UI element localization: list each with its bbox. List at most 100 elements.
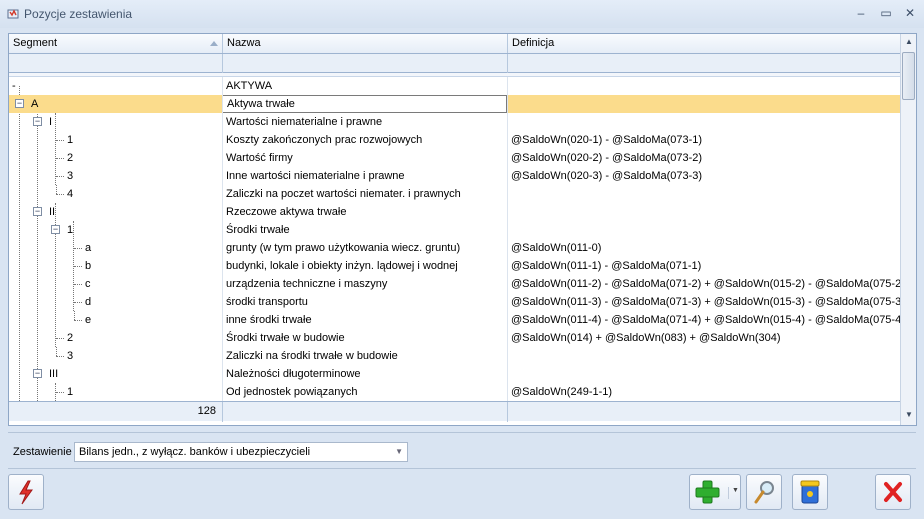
row-segment: a (85, 242, 92, 254)
row-definicja (507, 365, 900, 383)
table-row[interactable]: 1 Od jednostek powiązanych @SaldoWn(249-… (9, 383, 900, 401)
window-title: Pozycje zestawienia (24, 7, 133, 21)
row-definicja: @SaldoWn(014) + @SaldoWn(083) + @SaldoWn… (511, 332, 781, 344)
column-label-definicja: Definicja (512, 37, 555, 49)
divider (8, 432, 916, 433)
row-segment: 1 (67, 134, 74, 146)
lightning-icon (19, 480, 33, 505)
table-row[interactable]: b budynki, lokale i obiekty inżyn. lądow… (9, 257, 900, 275)
zestawienie-value: Bilans jedn., z wyłącz. banków i ubezpie… (79, 446, 311, 458)
row-nazwa: Rzeczowe aktywa trwałe (226, 206, 347, 218)
row-definicja: @SaldoWn(020-3) - @SaldoMa(073-3) (511, 170, 703, 182)
collapse-toggle-icon[interactable]: − (33, 207, 42, 216)
row-segment: 2 (67, 332, 74, 344)
row-definicja: @SaldoWn(020-1) - @SaldoMa(073-1) (511, 134, 703, 146)
preview-button[interactable] (746, 474, 782, 510)
row-segment: 4 (67, 188, 74, 200)
row-nazwa: urządzenia techniczne i maszyny (226, 278, 388, 290)
row-definicja: @SaldoWn(011-3) - @SaldoMa(071-3) + @Sal… (511, 296, 900, 308)
zestawienie-select[interactable]: Bilans jedn., z wyłącz. banków i ubezpie… (74, 442, 408, 462)
add-button[interactable]: ▼ (689, 474, 741, 510)
table-row[interactable]: − 1 Środki trwałe (9, 221, 900, 239)
row-segment: 2 (67, 152, 74, 164)
grid-header: Segment Nazwa Definicja (9, 34, 900, 54)
positions-grid: Segment Nazwa Definicja - AKTYWA − A Akt… (8, 33, 917, 426)
row-definicja: @SaldoWn(011-1) - @SaldoMa(071-1) (511, 260, 702, 272)
collapse-toggle-icon[interactable]: − (33, 369, 42, 378)
filter-row[interactable] (9, 54, 900, 73)
scroll-down-arrow-icon[interactable]: ▼ (903, 410, 915, 422)
column-header-nazwa[interactable]: Nazwa (223, 34, 508, 53)
column-header-segment[interactable]: Segment (9, 34, 223, 53)
row-segment: III (49, 368, 59, 380)
row-definicja: @SaldoWn(011-4) - @SaldoMa(071-4) + @Sal… (511, 314, 900, 326)
collapse-toggle-icon[interactable]: − (33, 117, 42, 126)
close-button[interactable] (875, 474, 911, 510)
column-label-nazwa: Nazwa (227, 37, 261, 49)
row-segment: I (49, 116, 53, 128)
row-nazwa: Od jednostek powiązanych (226, 386, 358, 398)
table-row[interactable]: e inne środki trwałe @SaldoWn(011-4) - @… (9, 311, 900, 329)
divider (8, 468, 916, 469)
dropdown-arrow-icon[interactable]: ▼ (728, 487, 739, 499)
row-definicja: @SaldoWn(249-1-1) (511, 386, 613, 398)
column-header-definicja[interactable]: Definicja (508, 34, 900, 53)
table-row[interactable]: 3 Inne wartości niematerialne i prawne @… (9, 167, 900, 185)
row-segment: e (85, 314, 92, 326)
row-segment: - (12, 80, 16, 92)
sort-ascending-icon (210, 41, 218, 46)
row-nazwa: budynki, lokale i obiekty inżyn. lądowej… (226, 260, 458, 272)
row-segment: b (85, 260, 92, 272)
row-nazwa: środki transportu (226, 296, 308, 308)
table-row[interactable]: 2 Środki trwałe w budowie @SaldoWn(014) … (9, 329, 900, 347)
row-nazwa: Środki trwałe w budowie (226, 332, 345, 344)
table-row[interactable]: − I Wartości niematerialne i prawne (9, 113, 900, 131)
scroll-up-arrow-icon[interactable]: ▲ (903, 37, 915, 49)
table-row[interactable]: − II Rzeczowe aktywa trwałe (9, 203, 900, 221)
table-row[interactable]: 2 Wartość firmy @SaldoWn(020-2) - @Saldo… (9, 149, 900, 167)
row-nazwa: Inne wartości niematerialne i prawne (226, 170, 405, 182)
table-row[interactable]: a grunty (w tym prawo użytkowania wiecz.… (9, 239, 900, 257)
row-nazwa: Zaliczki na środki trwałe w budowie (226, 350, 398, 362)
table-row[interactable]: d środki transportu @SaldoWn(011-3) - @S… (9, 293, 900, 311)
table-row[interactable]: 3 Zaliczki na środki trwałe w budowie (9, 347, 900, 365)
table-row[interactable]: c urządzenia techniczne i maszyny @Saldo… (9, 275, 900, 293)
scrollbar-thumb[interactable] (902, 52, 915, 100)
table-row[interactable]: − III Należności długoterminowe (9, 365, 900, 383)
lightning-button[interactable] (8, 474, 44, 510)
row-nazwa: Wartości niematerialne i prawne (226, 116, 383, 128)
row-segment: 3 (67, 170, 74, 182)
row-segment: A (31, 98, 39, 110)
minimize-button[interactable]: – (851, 5, 871, 21)
chevron-down-icon: ▼ (395, 447, 403, 456)
vertical-scrollbar[interactable]: ▲ ▼ (900, 34, 916, 425)
row-definicja (507, 113, 900, 131)
row-segment: 3 (67, 350, 74, 362)
row-segment: II (49, 206, 56, 218)
row-segment: 1 (67, 224, 74, 236)
grid-footer: 128 (9, 401, 900, 422)
row-nazwa: inne środki trwałe (226, 314, 312, 326)
row-nazwa: grunty (w tym prawo użytkowania wiecz. g… (226, 242, 461, 254)
column-label-segment: Segment (13, 37, 58, 49)
maximize-button[interactable]: ▭ (876, 5, 896, 21)
table-row-selected[interactable]: − A Aktywa trwałe (9, 95, 900, 113)
collapse-toggle-icon[interactable]: − (51, 225, 60, 234)
row-segment: 1 (67, 386, 74, 398)
collapse-toggle-icon[interactable]: − (15, 99, 24, 108)
window-titlebar: Pozycje zestawienia – ▭ ✕ (0, 0, 924, 28)
row-definicja (507, 203, 900, 221)
plus-icon (695, 480, 720, 504)
table-row[interactable]: 4 Zaliczki na poczet wartości niemater. … (9, 185, 900, 203)
row-nazwa: Środki trwałe (226, 224, 290, 236)
row-definicja (507, 185, 900, 203)
trash-bin-icon (800, 480, 820, 504)
row-nazwa-editing[interactable]: Aktywa trwałe (222, 95, 507, 113)
table-row[interactable]: - AKTYWA (9, 77, 900, 95)
close-x-icon (884, 482, 902, 502)
grid-rows: - AKTYWA − A Aktywa trwałe − I Wartości … (9, 77, 900, 401)
close-window-button[interactable]: ✕ (900, 5, 920, 21)
magnifier-icon (754, 481, 774, 504)
table-row[interactable]: 1 Koszty zakończonych prac rozwojowych @… (9, 131, 900, 149)
delete-button[interactable] (792, 474, 828, 510)
